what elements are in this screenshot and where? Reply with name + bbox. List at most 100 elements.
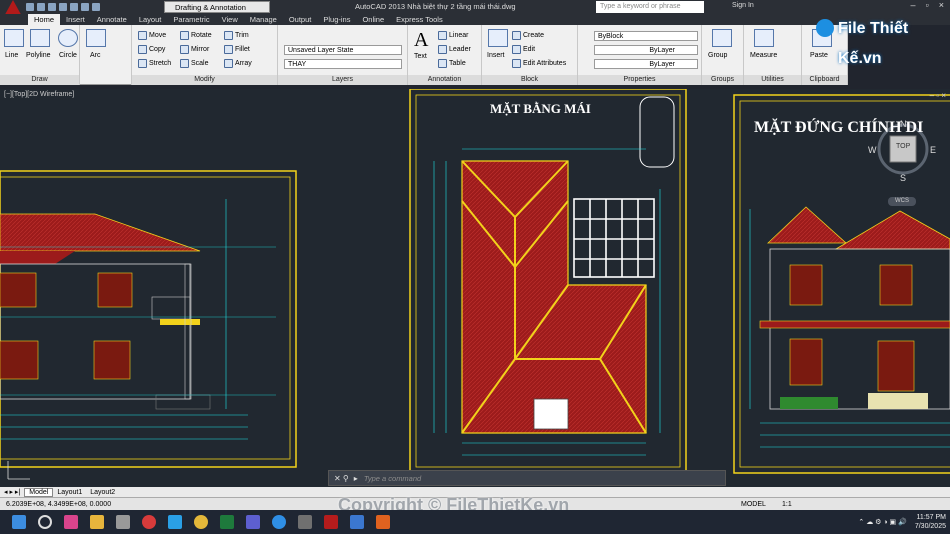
tab-online[interactable]: Online	[356, 14, 390, 25]
viewport-controls-label[interactable]: [−][Top][2D Wireframe]	[4, 91, 74, 98]
current-layer-dropdown[interactable]: THAY	[284, 59, 402, 69]
arc-icon[interactable]	[86, 29, 106, 47]
measure-icon[interactable]	[754, 29, 774, 47]
insert-block-icon[interactable]	[488, 29, 508, 47]
tab-home[interactable]: Home	[28, 14, 61, 25]
utilities-panel-label[interactable]: Utilities	[744, 75, 801, 85]
polyline-button[interactable]: Polyline	[26, 52, 51, 59]
circle-button[interactable]: Circle	[59, 52, 77, 59]
array-button[interactable]: Array	[224, 59, 252, 68]
tab-insert[interactable]: Insert	[60, 14, 91, 25]
search-input[interactable]: Type a keyword or phrase	[596, 1, 704, 13]
block-panel-label[interactable]: Block	[482, 75, 577, 85]
tab-annotate[interactable]: Annotate	[91, 14, 133, 25]
leader-button[interactable]: Leader	[438, 45, 471, 54]
linear-button[interactable]: Linear	[438, 31, 468, 40]
viewcube-east[interactable]: E	[930, 145, 936, 155]
edit-block-button[interactable]: Edit	[512, 45, 535, 54]
file-explorer-icon[interactable]	[90, 515, 104, 529]
left-elevation-sheet[interactable]	[0, 170, 297, 480]
mirror-button[interactable]: Mirror	[180, 45, 209, 54]
polyline-icon[interactable]	[30, 29, 50, 47]
viewcube-north[interactable]: N	[900, 119, 907, 129]
properties-panel-label[interactable]: Properties	[578, 75, 701, 85]
linetype-dropdown[interactable]: ByLayer	[594, 45, 698, 55]
chrome-icon[interactable]	[194, 515, 208, 529]
model-space-toggle[interactable]: MODEL	[741, 501, 766, 508]
move-button[interactable]: Move	[138, 31, 166, 40]
quick-access-toolbar[interactable]	[26, 3, 100, 11]
viewcube[interactable]	[877, 123, 929, 206]
tab-output[interactable]: Output	[283, 14, 318, 25]
layout-tab-model[interactable]: Model	[24, 487, 54, 497]
clock[interactable]: 11:57 PM 7/30/2025	[915, 513, 946, 531]
search-icon[interactable]	[38, 515, 52, 529]
table-button[interactable]: Table	[438, 59, 466, 68]
copy-button[interactable]: Copy	[138, 45, 165, 54]
open-icon[interactable]	[37, 3, 45, 11]
undo-icon[interactable]	[81, 3, 89, 11]
drawing-area[interactable]: MẶT BẰNG MÁI MẶT ĐỨNG CHÍNH DI TOP N S W…	[0, 89, 950, 487]
excel-icon[interactable]	[220, 515, 234, 529]
layout-tab-layout2[interactable]: Layout2	[86, 489, 119, 496]
viewcube-west[interactable]: W	[868, 145, 877, 155]
trim-button[interactable]: Trim	[224, 31, 249, 40]
paste-button[interactable]: Paste	[810, 52, 828, 59]
sign-in-link[interactable]: Sign In	[732, 2, 754, 9]
scale-button[interactable]: Scale	[180, 59, 209, 68]
command-input[interactable]: Type a command	[358, 474, 421, 483]
layers-panel-label[interactable]: Layers	[278, 75, 407, 85]
minimize-icon[interactable]: –	[911, 0, 916, 10]
save-as-icon[interactable]	[59, 3, 67, 11]
viewport-window-controls[interactable]: – ▫ ×	[930, 91, 946, 100]
insert-button[interactable]: Insert	[487, 52, 505, 59]
tab-express-tools[interactable]: Express Tools	[390, 14, 449, 25]
draw-panel-label[interactable]: Draw	[0, 75, 79, 85]
groups-panel-label[interactable]: Groups	[702, 75, 743, 85]
wcs-label[interactable]: WCS	[895, 198, 909, 204]
restore-icon[interactable]: ▫	[926, 0, 929, 10]
save-icon[interactable]	[48, 3, 56, 11]
annotation-panel-label[interactable]: Annotation	[408, 75, 481, 85]
autocad-taskbar-icon[interactable]	[324, 515, 338, 529]
annotation-scale[interactable]: 1:1	[782, 501, 792, 508]
tab-plug-ins[interactable]: Plug-ins	[317, 14, 356, 25]
create-block-button[interactable]: Create	[512, 31, 544, 40]
line-button[interactable]: Line	[5, 52, 18, 59]
clipboard-panel-label[interactable]: Clipboard	[802, 75, 847, 85]
workspace-dropdown[interactable]: Drafting & Annotation	[164, 1, 270, 13]
layout-nav-icon[interactable]: ◂ ▸ ▸|	[0, 488, 24, 496]
layer-state-dropdown[interactable]: Unsaved Layer State	[284, 45, 402, 55]
front-elevation-sheet[interactable]	[733, 94, 950, 474]
new-icon[interactable]	[26, 3, 34, 11]
tab-view[interactable]: View	[216, 14, 244, 25]
print-icon[interactable]	[70, 3, 78, 11]
zalo-icon[interactable]	[272, 515, 286, 529]
text-icon[interactable]: A	[414, 29, 428, 52]
app-icon-2[interactable]	[142, 515, 156, 529]
tray-icons[interactable]: ⌃ ☁ ⚙ ◑ ▣ 🔊	[858, 518, 906, 526]
command-line-close-icon[interactable]: ✕ ⚲	[329, 474, 354, 483]
rotate-button[interactable]: Rotate	[180, 31, 212, 40]
color-dropdown[interactable]: ByBlock	[594, 31, 698, 41]
stretch-button[interactable]: Stretch	[138, 59, 171, 68]
windows-start-icon[interactable]	[12, 515, 26, 529]
group-button[interactable]: Group	[708, 52, 727, 59]
app-icon-5[interactable]	[376, 515, 390, 529]
viewcube-south[interactable]: S	[900, 173, 906, 183]
tab-parametric[interactable]: Parametric	[167, 14, 215, 25]
edge-icon[interactable]	[168, 515, 182, 529]
redo-icon[interactable]	[92, 3, 100, 11]
app-icon-3[interactable]	[246, 515, 260, 529]
lineweight-dropdown[interactable]: ByLayer	[594, 59, 698, 69]
group-icon[interactable]	[712, 29, 732, 47]
tab-manage[interactable]: Manage	[244, 14, 283, 25]
tab-layout[interactable]: Layout	[133, 14, 168, 25]
modify-panel-label[interactable]: Modify	[132, 75, 277, 85]
measure-button[interactable]: Measure	[750, 52, 777, 59]
circle-icon[interactable]	[58, 29, 78, 47]
line-icon[interactable]	[4, 29, 24, 47]
edit-attributes-button[interactable]: Edit Attributes	[512, 59, 566, 68]
text-button[interactable]: Text	[414, 53, 427, 60]
calculator-icon[interactable]	[298, 515, 312, 529]
